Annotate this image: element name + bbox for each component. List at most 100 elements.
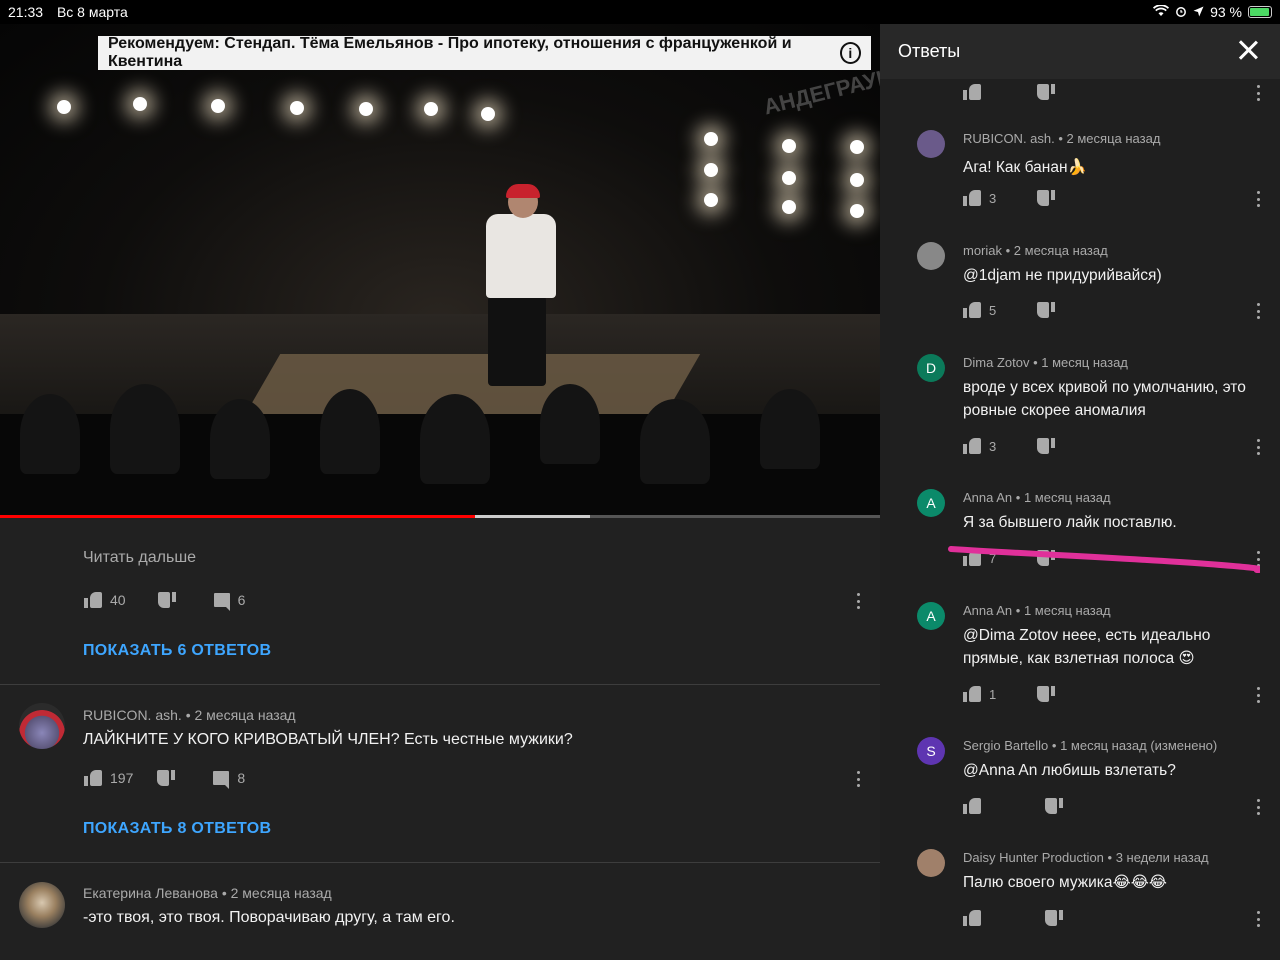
reply-actions — [963, 910, 1063, 926]
thumb-up-icon[interactable] — [963, 190, 981, 206]
close-icon[interactable] — [1238, 40, 1258, 60]
comment-actions: 40 6 — [84, 592, 246, 611]
stage-light — [850, 140, 864, 154]
more-options-icon[interactable] — [1257, 911, 1261, 927]
reply-actions — [963, 798, 1063, 814]
battery-icon — [1248, 6, 1272, 18]
comment-time: 2 месяца назад — [194, 707, 296, 723]
thumb-up-icon[interactable] — [84, 770, 102, 786]
stage-light — [481, 107, 495, 121]
reply-author[interactable]: Anna An — [963, 490, 1012, 505]
reply-text: @Dima Zotov неее, есть идеально прямые, … — [963, 627, 1211, 667]
stage-light — [850, 173, 864, 187]
avatar[interactable] — [917, 849, 945, 877]
more-options-icon[interactable] — [1257, 85, 1261, 101]
avatar[interactable]: D — [917, 354, 945, 382]
more-options-icon[interactable] — [1257, 687, 1261, 703]
thumb-down-icon[interactable] — [1045, 910, 1063, 926]
thumb-down-icon[interactable] — [1045, 798, 1063, 814]
thumb-down-icon[interactable] — [157, 770, 176, 786]
performer-cap — [506, 184, 540, 198]
reply-icon[interactable] — [213, 771, 230, 789]
info-icon[interactable]: i — [839, 42, 861, 64]
thumb-up-icon[interactable] — [963, 686, 981, 702]
reply-meta: Sergio Bartello • 1 месяц назад (изменен… — [963, 738, 1217, 753]
separator: • — [1103, 850, 1116, 865]
comment-text: -это твоя, это твоя. Поворачиваю другу, … — [83, 909, 455, 926]
reply-author[interactable]: Anna An — [963, 603, 1012, 618]
performer — [488, 296, 546, 386]
stage-light — [424, 102, 438, 116]
avatar[interactable]: A — [917, 489, 945, 517]
more-options-icon[interactable] — [857, 771, 861, 787]
reply-author[interactable]: Sergio Bartello — [963, 738, 1048, 753]
stage-light — [704, 132, 718, 146]
reply-meta: Anna An • 1 месяц назад — [963, 490, 1111, 505]
reply-meta: RUBICON. ash. • 2 месяца назад — [963, 131, 1160, 146]
reply-actions: 3 — [963, 190, 1055, 206]
stage-light — [782, 200, 796, 214]
thumb-up-icon[interactable] — [963, 84, 981, 100]
comments-section: Читать дальше 40 6 ПОКАЗАТЬ 6 ОТВЕТОВ RU… — [0, 518, 880, 960]
comment-author[interactable]: RUBICON. ash. — [83, 707, 182, 723]
like-count: 3 — [989, 438, 997, 454]
avatar[interactable]: S — [917, 737, 945, 765]
reply-meta: Dima Zotov • 1 месяц назад — [963, 355, 1128, 370]
reply-count: 6 — [237, 592, 246, 608]
replies-panel: Ответы RUBICON. ash. • 2 месяца назад Ага… — [880, 24, 1280, 960]
thumb-down-icon[interactable] — [1037, 84, 1055, 100]
show-replies-button[interactable]: ПОКАЗАТЬ 6 ОТВЕТОВ — [83, 642, 271, 660]
thumb-up-icon[interactable] — [963, 438, 981, 454]
recommendation-banner[interactable]: Рекомендуем: Стендап. Тёма Емельянов - П… — [98, 35, 871, 70]
reply-author[interactable]: RUBICON. ash. — [963, 131, 1055, 146]
avatar[interactable] — [917, 242, 945, 270]
reply-author[interactable]: Daisy Hunter Production — [963, 850, 1104, 865]
avatar[interactable] — [19, 703, 65, 749]
panel-title: Ответы — [898, 41, 961, 61]
location-icon — [1193, 4, 1204, 20]
reply-text: @Anna An любишь взлетать? — [963, 762, 1176, 779]
thumb-down-icon[interactable] — [1037, 190, 1055, 206]
read-more-link[interactable]: Читать дальше — [83, 549, 196, 567]
avatar[interactable] — [19, 882, 65, 928]
reply-author[interactable]: Dima Zotov — [963, 355, 1029, 370]
thumb-down-icon[interactable] — [1037, 438, 1055, 454]
reply-meta: Anna An • 1 месяц назад — [963, 603, 1111, 618]
battery-percent: 93 % — [1210, 4, 1242, 20]
reply-author[interactable]: moriak — [963, 243, 1002, 258]
thumb-up-icon[interactable] — [963, 910, 981, 926]
comment-meta: Екатерина Леванова • 2 месяца назад — [83, 885, 332, 901]
reply-time: 2 месяца назад — [1066, 131, 1161, 146]
thumb-down-icon[interactable] — [1037, 686, 1055, 702]
thumb-down-icon[interactable] — [1037, 302, 1055, 318]
reply-time: 1 месяц назад — [1023, 490, 1111, 505]
more-options-icon[interactable] — [1257, 303, 1261, 319]
like-count: 5 — [989, 302, 997, 318]
more-options-icon[interactable] — [1257, 191, 1261, 207]
reply-actions: 5 — [963, 302, 1055, 318]
show-replies-button[interactable]: ПОКАЗАТЬ 8 ОТВЕТОВ — [83, 820, 271, 838]
separator: • — [1002, 243, 1014, 258]
reply-time: 3 недели назад — [1115, 850, 1209, 865]
thumb-up-icon[interactable] — [84, 592, 102, 608]
reply-text: Палю своего мужика😂😂😂 — [963, 874, 1167, 891]
thumb-up-icon[interactable] — [963, 302, 981, 318]
avatar[interactable] — [917, 130, 945, 158]
status-bar: 21:33 Вс 8 марта 93 % — [0, 0, 1280, 24]
more-options-icon[interactable] — [857, 593, 861, 609]
separator: • — [1029, 355, 1042, 370]
comment-author[interactable]: Екатерина Леванова — [83, 885, 218, 901]
comment-meta: RUBICON. ash. • 2 месяца назад — [83, 707, 296, 723]
like-count: 40 — [110, 592, 126, 608]
more-options-icon[interactable] — [1257, 799, 1261, 815]
avatar[interactable]: A — [917, 602, 945, 630]
alarm-icon — [1175, 4, 1187, 20]
reply-icon[interactable] — [213, 593, 230, 611]
thumb-up-icon[interactable] — [963, 798, 981, 814]
performer-shirt — [486, 214, 556, 298]
video-player[interactable]: АНДЕГРАУНД Рекомендуем: Стендап. Тёма Ем… — [0, 24, 880, 516]
more-options-icon[interactable] — [1257, 439, 1261, 455]
thumb-down-icon[interactable] — [157, 592, 176, 608]
like-count: 3 — [989, 190, 997, 206]
reply-text: Я за бывшего лайк поставлю. — [963, 514, 1177, 531]
